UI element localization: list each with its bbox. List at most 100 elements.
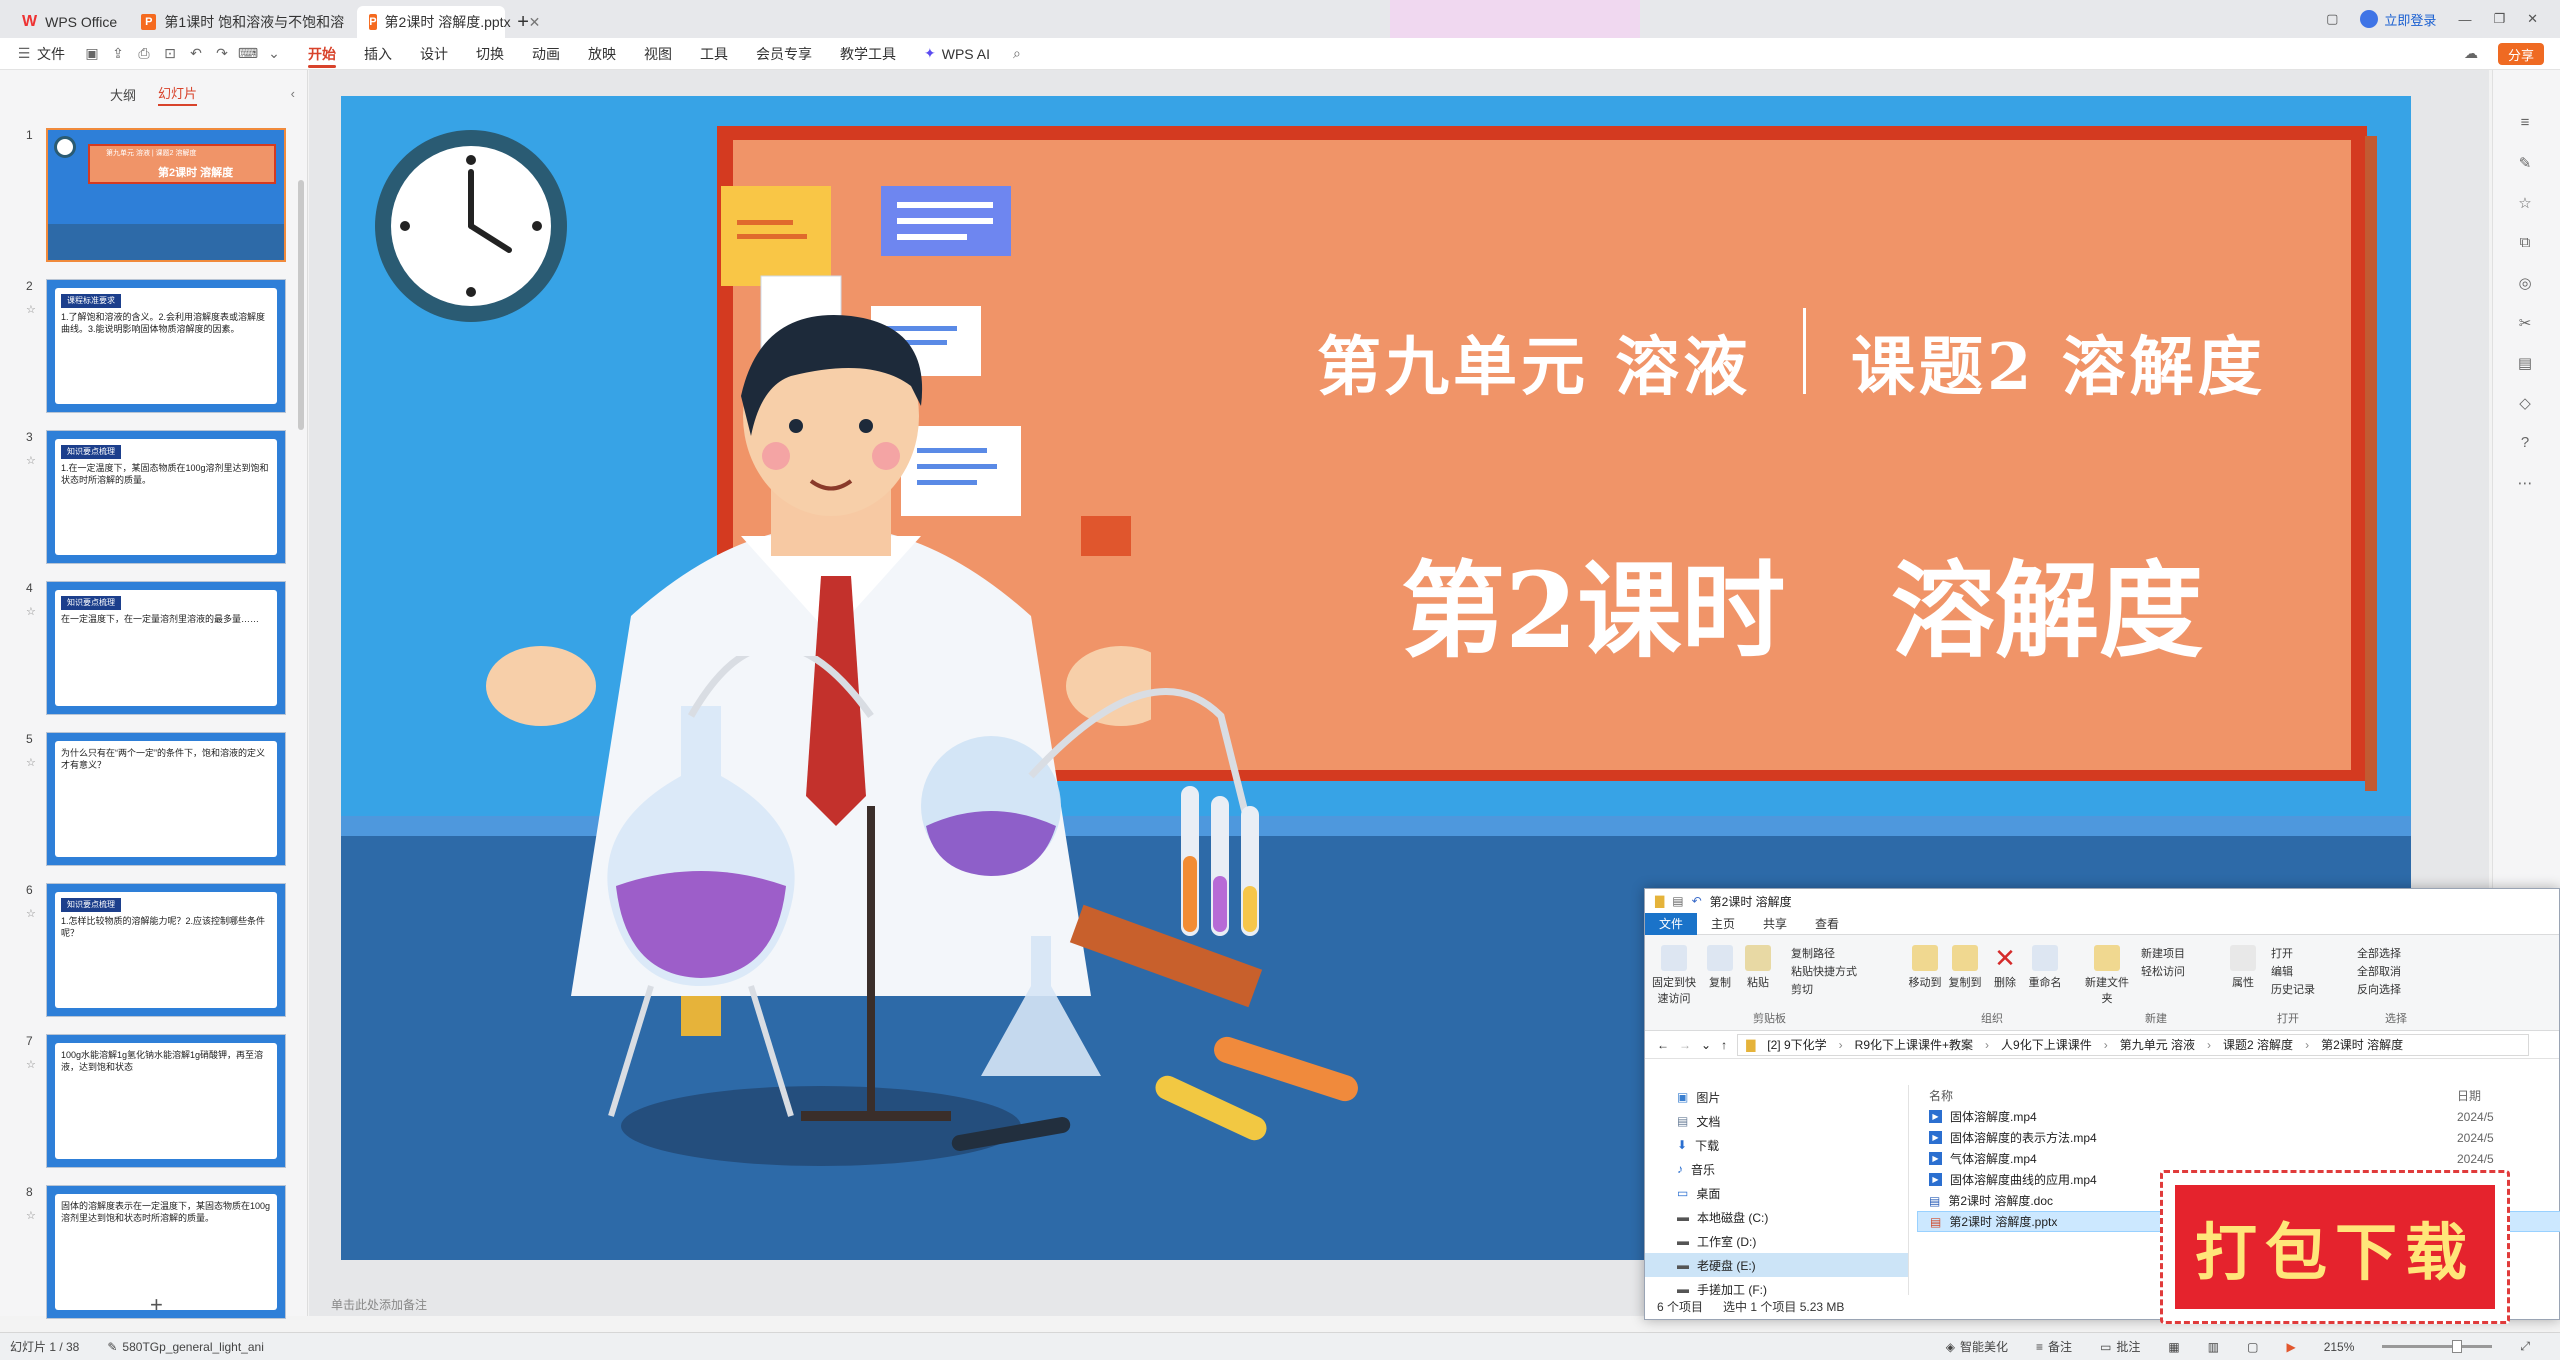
share-button[interactable]: 分享 <box>2497 43 2544 65</box>
book-icon[interactable]: ▤ <box>2515 354 2535 374</box>
menu-animation[interactable]: 动画 <box>518 38 574 70</box>
tools-icon[interactable]: ✂ <box>2515 314 2535 334</box>
breadcrumb-separator-icon[interactable]: › <box>1985 1038 1989 1052</box>
column-date[interactable]: 日期 <box>2457 1087 2481 1104</box>
menu-view[interactable]: 视图 <box>630 38 686 70</box>
fit-icon[interactable]: ⤢ <box>2520 1339 2530 1354</box>
help-icon[interactable]: ? <box>2515 434 2535 454</box>
file-row[interactable]: ▶ 气体溶解度.mp4 2024/5 <box>1917 1148 2560 1169</box>
settings-icon[interactable]: ≡ <box>2515 114 2535 134</box>
slide-thumbnail-5[interactable]: 5 ☆ 为什么只有在“两个一定”的条件下，饱和溶液的定义才有意义？ <box>22 732 294 868</box>
slide-thumbnail-7[interactable]: 7 ☆ 100g水能溶解1g氢化钠水能溶解1g硝酸钾，再至溶液，达到饱和状态 <box>22 1034 294 1170</box>
thumbnail-image[interactable]: 知识要点梳理 1.怎样比较物质的溶解能力呢？2.应该控制哪些条件呢？ <box>46 883 286 1017</box>
zoom-level[interactable]: 215% <box>2324 1340 2355 1354</box>
history-button[interactable]: 历史记录 <box>2271 981 2315 997</box>
notes-button[interactable]: ≡ 备注 <box>2036 1338 2072 1355</box>
easy-access-button[interactable]: 轻松访问 <box>2141 963 2185 979</box>
slide-thumbnail-4[interactable]: 4 ☆ 知识要点梳理 在一定温度下，在一定量溶剂里溶液的最多量…… <box>22 581 294 717</box>
select-all-button[interactable]: 全部选择 <box>2357 945 2401 961</box>
reading-view-icon[interactable]: ▢ <box>2247 1340 2258 1354</box>
breadcrumb-item[interactable]: [2] 9下化学 <box>1767 1036 1826 1053</box>
normal-view-icon[interactable]: ▦ <box>2168 1340 2179 1354</box>
search-icon[interactable]: ⌕ <box>1009 45 1025 62</box>
cloud-icon[interactable]: ☁ <box>2463 45 2479 62</box>
properties-button[interactable]: 属性 <box>2225 945 2261 990</box>
explorer-tab-view[interactable]: 查看 <box>1801 913 1853 935</box>
breadcrumb-item[interactable]: R9化下上课课件+教案 <box>1855 1036 1973 1053</box>
breadcrumb-item[interactable]: 第2课时 溶解度 <box>2321 1036 2403 1053</box>
breadcrumb-item[interactable]: 人9化下上课课件 <box>2001 1036 2092 1053</box>
breadcrumb-separator-icon[interactable]: › <box>2207 1038 2211 1052</box>
nav-item[interactable]: ▭ 桌面 <box>1645 1181 1908 1205</box>
nav-item[interactable]: ♪ 音乐 <box>1645 1157 1908 1181</box>
menu-teaching-tools[interactable]: 教学工具 <box>826 38 910 70</box>
breadcrumb-item[interactable]: 课题2 溶解度 <box>2223 1036 2293 1053</box>
new-tab-button[interactable]: + <box>505 6 541 38</box>
pen-icon[interactable]: ✎ <box>2515 154 2535 174</box>
preview-icon[interactable]: ⊡ <box>162 45 178 62</box>
nav-item[interactable]: ▬ 老硬盘 (E:) <box>1645 1253 1908 1277</box>
tab-wps-office[interactable]: W WPS Office <box>10 6 129 38</box>
address-bar[interactable]: ▇ [2] 9下化学 › R9化下上课课件+教案 › 人9化下上课课件 › 第九单元 溶液 ›… <box>1737 1033 2529 1056</box>
beautify-button[interactable]: ◈ 智能美化 <box>1946 1338 2008 1355</box>
paste-button[interactable]: 粘贴 <box>1741 945 1775 990</box>
collapse-panel-icon[interactable]: ‹ <box>291 86 295 101</box>
thumbnail-image[interactable]: 知识要点梳理 1.在一定温度下，某固态物质在100g溶剂里达到饱和状态时所溶解的质… <box>46 430 286 564</box>
star-icon[interactable]: ☆ <box>2515 194 2535 214</box>
new-folder-button[interactable]: 新建文件夹 <box>2085 945 2129 1006</box>
new-item-button[interactable]: 新建项目 <box>2141 945 2185 961</box>
menu-insert[interactable]: 插入 <box>350 38 406 70</box>
breadcrumb-item[interactable]: 第九单元 溶液 <box>2120 1036 2195 1053</box>
invert-selection-button[interactable]: 反向选择 <box>2357 981 2401 997</box>
chevron-down-icon[interactable]: ⌄ <box>1701 1038 1711 1052</box>
chevron-down-icon[interactable]: ⌄ <box>266 45 282 62</box>
menu-file[interactable]: 文件 <box>37 38 79 70</box>
slide-thumbnail-6[interactable]: 6 ☆ 知识要点梳理 1.怎样比较物质的溶解能力呢？2.应该控制哪些条件呢？ <box>22 883 294 1019</box>
open-button[interactable]: 打开 <box>2271 945 2293 961</box>
zoom-slider[interactable] <box>2382 1340 2493 1353</box>
quick-access-icon[interactable]: ▤ <box>1672 894 1683 908</box>
file-row[interactable]: ▶ 固体溶解度.mp4 2024/5 <box>1917 1106 2560 1127</box>
save-icon[interactable]: ▣ <box>84 45 100 62</box>
login-button[interactable]: 立即登录 <box>2360 10 2436 29</box>
move-to-button[interactable]: 移动到 <box>1907 945 1943 990</box>
select-none-button[interactable]: 全部取消 <box>2357 963 2401 979</box>
explorer-tab-home[interactable]: 主页 <box>1697 913 1749 935</box>
forward-icon[interactable]: → <box>1679 1038 1691 1052</box>
thumbnail-image[interactable]: 100g水能溶解1g氢化钠水能溶解1g硝酸钾，再至溶液，达到饱和状态 <box>46 1034 286 1168</box>
tab-slides[interactable]: 幻灯片 <box>158 83 198 106</box>
nav-item[interactable]: ▬ 本地磁盘 (C:) <box>1645 1205 1908 1229</box>
pin-button[interactable]: 固定到快速访问 <box>1651 945 1697 1006</box>
cut-button[interactable]: 剪切 <box>1791 981 1813 997</box>
thumbnail-image[interactable]: 为什么只有在“两个一定”的条件下，饱和溶液的定义才有意义？ <box>46 732 286 866</box>
layers-icon[interactable]: ⧉ <box>2515 234 2535 254</box>
undo-icon[interactable]: ↶ <box>1692 894 1702 908</box>
print-icon[interactable]: ⎙ <box>136 45 152 62</box>
thumbnail-image[interactable]: 第九单元 溶液 | 课题2 溶解度 第2课时 溶解度 <box>46 128 286 262</box>
nav-item[interactable]: ▣ 图片 <box>1645 1085 1908 1109</box>
star-icon[interactable]: ☆ <box>26 1209 36 1222</box>
star-icon[interactable]: ☆ <box>26 454 36 467</box>
copy-path-button[interactable]: 复制路径 <box>1791 945 1835 961</box>
comments-button[interactable]: ▭ 批注 <box>2100 1338 2140 1355</box>
tab-doc-lesson2[interactable]: P 第2课时 溶解度.pptx ✕ <box>357 6 540 38</box>
shapes-icon[interactable]: ◇ <box>2515 394 2535 414</box>
play-button-icon[interactable]: ▶ <box>2286 1340 2295 1354</box>
menu-design[interactable]: 设计 <box>406 38 462 70</box>
add-slide-button[interactable]: + <box>150 1292 163 1318</box>
breadcrumb-separator-icon[interactable]: › <box>1839 1038 1843 1052</box>
column-name[interactable]: 名称 <box>1929 1087 1953 1104</box>
menu-transition[interactable]: 切换 <box>462 38 518 70</box>
minimize-icon[interactable]: — <box>2458 12 2471 27</box>
format-painter-icon[interactable]: ⌨ <box>238 45 258 62</box>
menu-slideshow[interactable]: 放映 <box>574 38 630 70</box>
nav-item[interactable]: ▤ 文档 <box>1645 1109 1908 1133</box>
sorter-view-icon[interactable]: ▥ <box>2208 1340 2219 1354</box>
menu-member[interactable]: 会员专享 <box>742 38 826 70</box>
nav-item[interactable]: ▬ 工作室 (D:) <box>1645 1229 1908 1253</box>
copy-to-button[interactable]: 复制到 <box>1947 945 1983 990</box>
more-icon[interactable]: ⋯ <box>2515 474 2535 494</box>
delete-button[interactable]: ✕ 删除 <box>1987 945 2023 990</box>
rename-button[interactable]: 重命名 <box>2027 945 2063 990</box>
edit-button[interactable]: 编辑 <box>2271 963 2293 979</box>
